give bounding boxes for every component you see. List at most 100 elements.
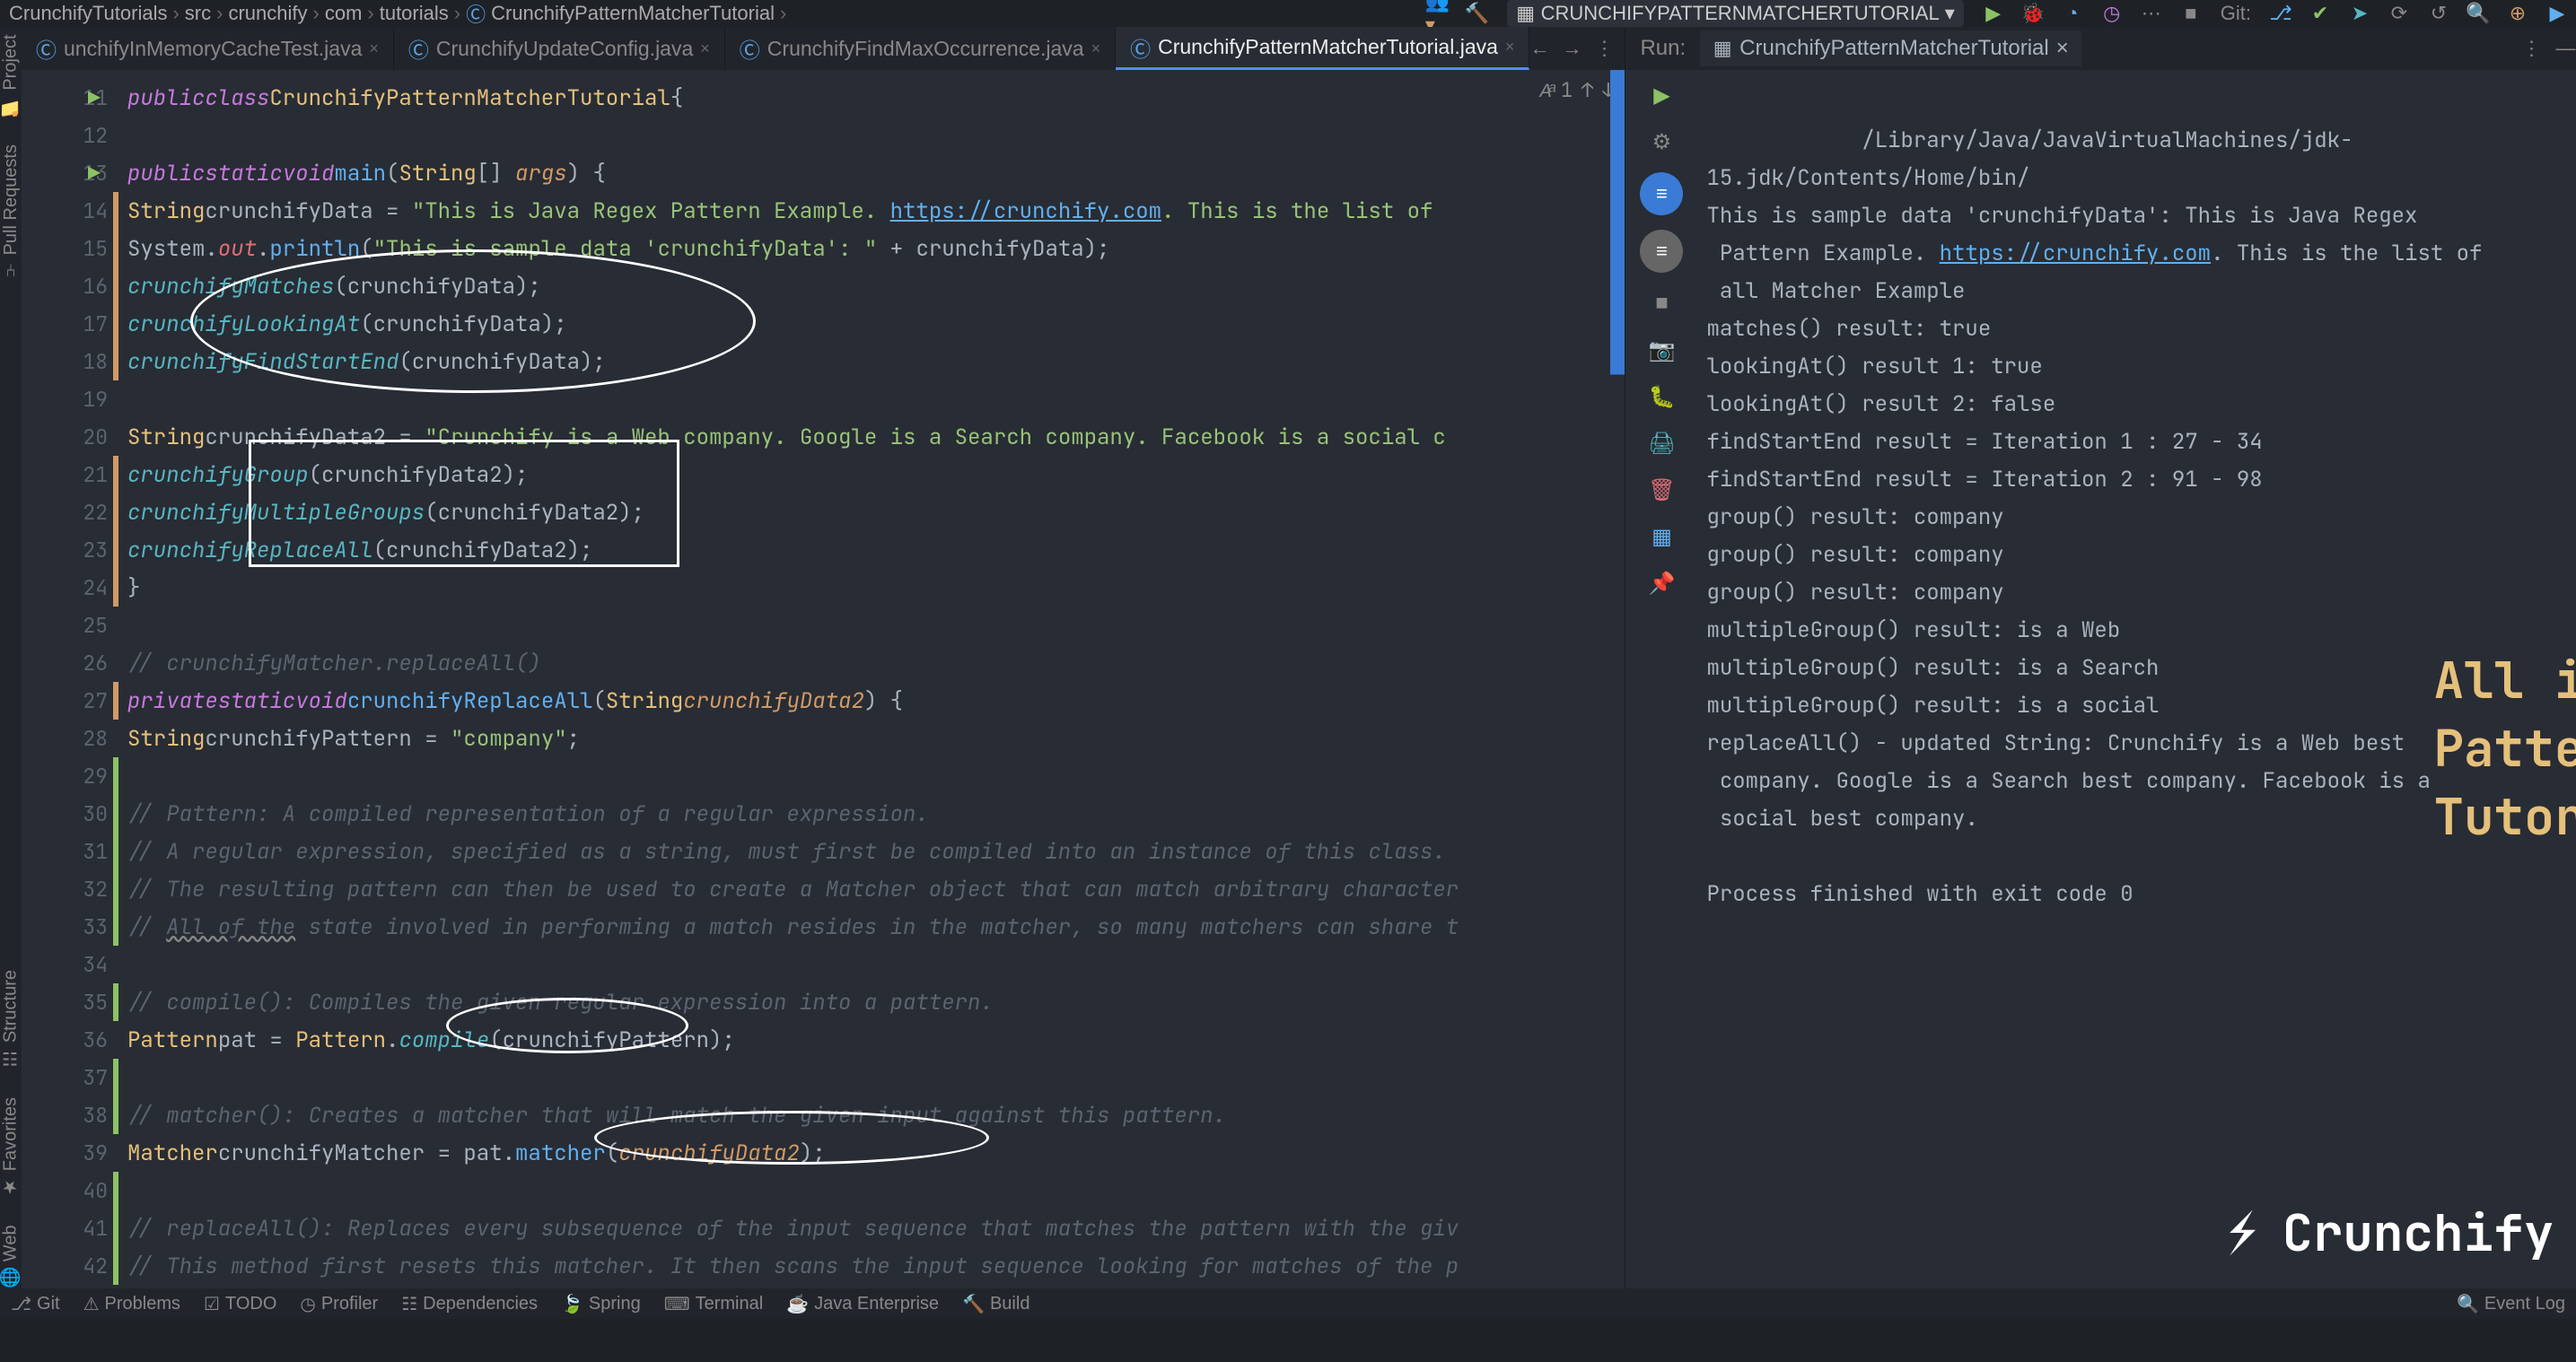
line-number[interactable]: 19 bbox=[22, 380, 118, 418]
code-line[interactable]: // matcher(): Creates a matcher that wil… bbox=[118, 1096, 1625, 1134]
build-tool[interactable]: 🔨Build bbox=[962, 1293, 1030, 1315]
rerun-icon[interactable]: ▶ bbox=[1645, 79, 1678, 111]
line-number[interactable]: 26 bbox=[22, 644, 118, 682]
debug-icon[interactable]: 🐞 bbox=[2023, 4, 2043, 23]
code-line[interactable]: crunchifyFindStartEnd(crunchifyData); bbox=[118, 343, 1625, 380]
code-line[interactable]: crunchifyGroup(crunchifyData2); bbox=[118, 456, 1625, 493]
line-number[interactable]: 42 bbox=[22, 1247, 118, 1285]
line-number[interactable]: 22 bbox=[22, 493, 118, 531]
line-number[interactable]: 15 bbox=[22, 230, 118, 267]
git-branch-icon[interactable]: ⎇ bbox=[2271, 4, 2291, 23]
line-number[interactable]: 29 bbox=[22, 757, 118, 795]
close-icon[interactable]: × bbox=[1091, 39, 1101, 58]
code-line[interactable]: crunchifyReplaceAll(crunchifyData2); bbox=[118, 531, 1625, 569]
git-status[interactable]: ⎇Git bbox=[11, 1293, 60, 1315]
run-minimize-icon[interactable]: — bbox=[2555, 39, 2575, 58]
git-revert-icon[interactable]: ↺ bbox=[2429, 4, 2449, 23]
close-icon[interactable]: × bbox=[2056, 36, 2069, 61]
code-line[interactable]: } bbox=[118, 569, 1625, 607]
code-line[interactable]: // The resulting pattern can then be use… bbox=[118, 870, 1625, 908]
search-prev-icon[interactable]: ↑ bbox=[1582, 77, 1593, 103]
git-history-icon[interactable]: ⟳ bbox=[2389, 4, 2409, 23]
line-number[interactable]: 18 bbox=[22, 343, 118, 380]
run-line-icon[interactable]: ▶ bbox=[88, 160, 101, 187]
dependencies-tool[interactable]: ☷Dependencies bbox=[401, 1293, 538, 1315]
breadcrumb-item[interactable]: crunchify bbox=[228, 2, 307, 25]
delete-icon[interactable]: 🗑 bbox=[1645, 474, 1678, 506]
favorites-tool[interactable]: ★Favorites bbox=[0, 1097, 22, 1198]
breadcrumb-item[interactable]: CrunchifyPatternMatcherTutorial bbox=[491, 2, 775, 25]
code-line[interactable]: String crunchifyData2 = "Crunchify is a … bbox=[118, 418, 1625, 456]
line-number[interactable]: 14 bbox=[22, 192, 118, 230]
code-line[interactable] bbox=[118, 757, 1625, 795]
ide-settings-icon[interactable]: ⊕ bbox=[2508, 4, 2528, 23]
code-editor[interactable]: 11▶1213▶14151617181920212223242526272829… bbox=[22, 70, 1625, 1288]
console-link[interactable]: https://crunchify.com bbox=[1940, 240, 2211, 267]
code-line[interactable]: // A regular expression, specified as a … bbox=[118, 833, 1625, 870]
git-commit-icon[interactable]: ✔ bbox=[2310, 4, 2330, 23]
line-number[interactable]: 20 bbox=[22, 418, 118, 456]
line-number[interactable]: 27 bbox=[22, 682, 118, 720]
close-icon[interactable]: × bbox=[369, 39, 379, 58]
project-tool[interactable]: 📁Project bbox=[0, 34, 22, 118]
run-tab[interactable]: ▦ CrunchifyPatternMatcherTutorial × bbox=[1700, 31, 2081, 66]
editor-tab[interactable]: ⒸCrunchifyFindMaxOccurrence.java× bbox=[725, 27, 1116, 70]
line-number[interactable]: 23 bbox=[22, 531, 118, 569]
code-line[interactable] bbox=[118, 946, 1625, 983]
code-line[interactable] bbox=[118, 117, 1625, 154]
line-number[interactable]: 21 bbox=[22, 456, 118, 493]
coverage-icon[interactable]: ◔ bbox=[2063, 4, 2082, 23]
breadcrumb-item[interactable]: com bbox=[325, 2, 363, 25]
git-push-icon[interactable]: ➤ bbox=[2350, 4, 2370, 23]
pin-icon[interactable]: 📌 bbox=[1645, 567, 1678, 599]
line-number[interactable]: 34 bbox=[22, 946, 118, 983]
run-debug-icon[interactable]: 🐛 bbox=[1645, 380, 1678, 413]
code-line[interactable]: public static void main(String[] args) { bbox=[118, 154, 1625, 192]
event-log[interactable]: 🔍Event Log bbox=[2457, 1293, 2565, 1315]
breadcrumb-item[interactable]: src bbox=[185, 2, 211, 25]
history-avatar-2[interactable]: ≡ bbox=[1640, 230, 1683, 273]
profile-icon[interactable]: ◷ bbox=[2102, 4, 2122, 23]
spring-tool[interactable]: 🍃Spring bbox=[561, 1293, 641, 1315]
line-number[interactable]: 12 bbox=[22, 117, 118, 154]
run-config-selector[interactable]: ▦ CRUNCHIFYPATTERNMATCHERTUTORIAL ▾ bbox=[1507, 0, 1964, 27]
line-number[interactable]: 31 bbox=[22, 833, 118, 870]
code-line[interactable] bbox=[118, 380, 1625, 418]
editor-tab[interactable]: ⒸCrunchifyPatternMatcherTutorial.java× bbox=[1116, 27, 1529, 70]
code-line[interactable]: // All of the state involved in performi… bbox=[118, 908, 1625, 946]
close-icon[interactable]: × bbox=[1505, 38, 1515, 57]
editor-minimap[interactable] bbox=[1610, 70, 1625, 1288]
stop-icon[interactable]: ■ bbox=[2181, 4, 2201, 23]
code-line[interactable]: Matcher crunchifyMatcher = pat.matcher(c… bbox=[118, 1134, 1625, 1172]
editor-tab[interactable]: ⒸunchifyInMemoryCacheTest.java× bbox=[22, 27, 394, 70]
problems-tool[interactable]: ⚠Problems bbox=[83, 1293, 180, 1315]
structure-tool[interactable]: ☷Structure bbox=[0, 970, 22, 1070]
run-menu-icon[interactable]: ⋮ bbox=[2521, 39, 2541, 58]
breadcrumb[interactable]: CrunchifyTutorials› src› crunchify› com›… bbox=[9, 0, 786, 28]
line-number[interactable]: 16 bbox=[22, 267, 118, 305]
code-line[interactable]: crunchifyMatches(crunchifyData); bbox=[118, 267, 1625, 305]
code-line[interactable] bbox=[118, 607, 1625, 644]
code-line[interactable]: // This method first resets this matcher… bbox=[118, 1247, 1625, 1285]
code-line[interactable]: // Pattern: A compiled representation of… bbox=[118, 795, 1625, 833]
todo-tool[interactable]: ☑TODO bbox=[204, 1293, 276, 1315]
line-number[interactable]: 25 bbox=[22, 607, 118, 644]
line-number[interactable]: 39 bbox=[22, 1134, 118, 1172]
user-icon[interactable]: 👥▾ bbox=[1428, 4, 1448, 23]
breadcrumb-item[interactable]: CrunchifyTutorials bbox=[9, 2, 167, 25]
console-output[interactable]: /Library/Java/JavaVirtualMachines/jdk-15… bbox=[1697, 70, 2576, 1288]
breadcrumb-item[interactable]: tutorials bbox=[380, 2, 449, 25]
stop-icon[interactable]: ■ bbox=[1645, 287, 1678, 319]
code-line[interactable]: crunchifyLookingAt(crunchifyData); bbox=[118, 305, 1625, 343]
search-icon[interactable]: 🔍 bbox=[2468, 4, 2488, 23]
search-result-indicator[interactable]: Aͣ 1 ↑ ↓ bbox=[1540, 77, 1615, 103]
line-number[interactable]: 33 bbox=[22, 908, 118, 946]
java-ee-tool[interactable]: ☕Java Enterprise bbox=[786, 1293, 939, 1315]
line-number[interactable]: 41 bbox=[22, 1209, 118, 1247]
close-icon[interactable]: × bbox=[700, 39, 710, 58]
line-number[interactable]: 17 bbox=[22, 305, 118, 343]
pull-requests-tool[interactable]: ⑂Pull Requests bbox=[1, 144, 22, 278]
run-icon[interactable]: ▶ bbox=[1984, 4, 2003, 23]
line-number[interactable]: 24 bbox=[22, 569, 118, 607]
terminal-tool[interactable]: ⌨Terminal bbox=[664, 1293, 763, 1315]
